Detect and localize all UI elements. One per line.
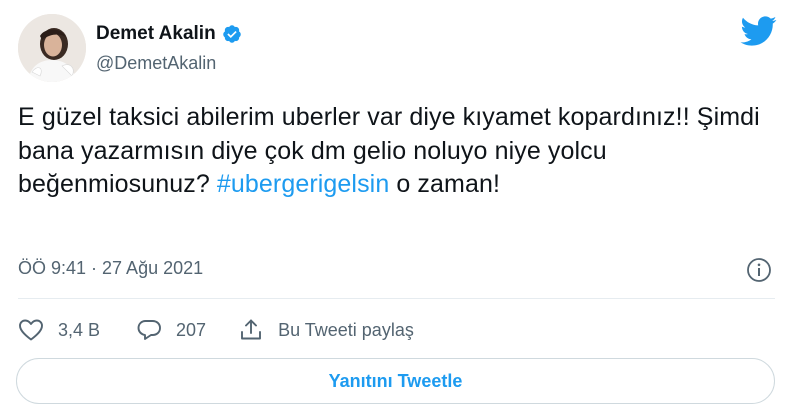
share-label: Bu Tweeti paylaş — [278, 319, 414, 340]
avatar-image — [18, 14, 86, 82]
like-count: 3,4 B — [58, 319, 101, 340]
reply-bubble-icon — [137, 320, 161, 340]
share-icon — [241, 319, 262, 340]
author-display-name[interactable]: Demet Akalin — [96, 23, 216, 45]
reply-action[interactable]: 207 — [136, 318, 206, 342]
info-icon[interactable] — [746, 257, 772, 283]
tweet-card: Demet Akalin @DemetAkalin E güzel taksic… — [0, 0, 793, 420]
reply-tweet-button[interactable]: Yanıtını Tweetle — [16, 358, 775, 404]
like-button[interactable]: 3,4 B — [18, 318, 100, 342]
author-name-row[interactable]: Demet Akalin — [96, 23, 242, 45]
divider — [18, 298, 775, 299]
author-handle[interactable]: @DemetAkalin — [96, 53, 216, 74]
share-button[interactable]: Bu Tweeti paylaş — [238, 318, 414, 342]
tweet-text: E güzel taksici abilerim uberler var diy… — [18, 101, 768, 202]
avatar[interactable] — [18, 14, 86, 82]
tweet-timestamp[interactable]: ÖÖ 9:41 · 27 Ağu 2021 — [18, 258, 203, 279]
reply-count: 207 — [176, 319, 207, 340]
tweet-actions: 3,4 B 207 Bu Tweeti paylaş — [18, 314, 414, 346]
heart-icon — [19, 319, 43, 341]
tweet-text-tail: o zaman! — [389, 170, 501, 198]
twitter-bird-icon[interactable] — [739, 15, 777, 47]
hashtag-link[interactable]: #ubergerigelsin — [217, 170, 389, 198]
verified-badge-icon — [222, 25, 241, 43]
